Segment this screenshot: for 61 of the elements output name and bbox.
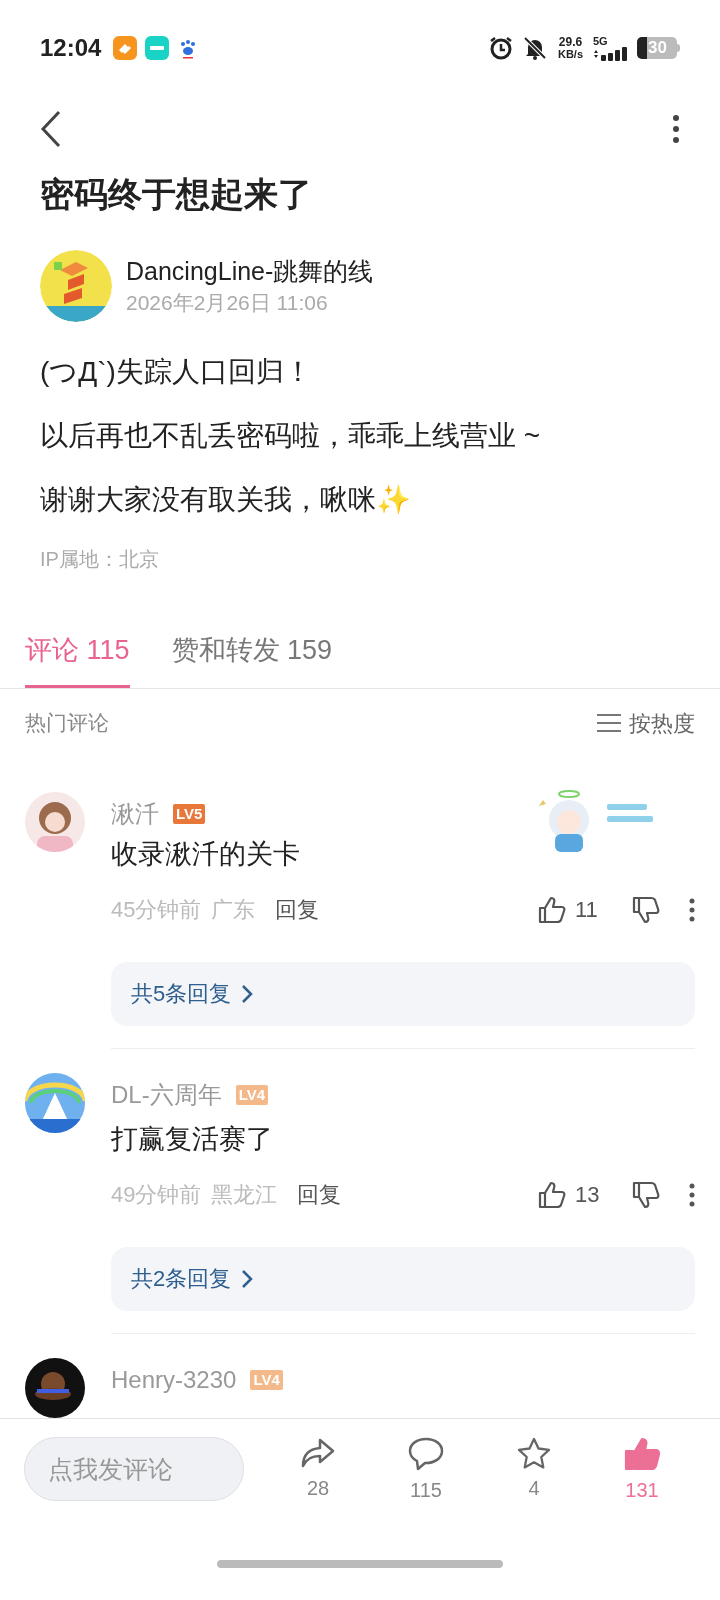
- post-text: 以后再也不乱丢密码啦，乖乖上线营业 ~: [40, 419, 542, 453]
- reply-link[interactable]: 回复: [275, 893, 320, 926]
- speed-unit: KB/s: [557, 48, 583, 60]
- replies-link[interactable]: 共2条回复: [111, 1246, 695, 1311]
- thumbs-up-icon: [624, 1437, 660, 1471]
- share-icon: [300, 1437, 336, 1469]
- tab[interactable]: 评论 115: [25, 630, 130, 688]
- post-date: 2026年2月26日 11:06: [126, 290, 329, 316]
- action-count: 28: [306, 1476, 330, 1501]
- level-tag: LV4: [235, 1084, 269, 1105]
- app-icon: [113, 36, 138, 60]
- comment-button[interactable]: 115: [372, 1437, 480, 1505]
- chevron-right-icon: [241, 983, 254, 1004]
- commenter-name[interactable]: 湫汘: [111, 795, 159, 832]
- comment-time: 49分钟前: [111, 1181, 202, 1210]
- like-count: 11: [575, 896, 599, 924]
- post-text: (つД`)失踪人口回归！: [40, 355, 313, 389]
- like-button[interactable]: 131: [588, 1437, 696, 1505]
- thumbs-down-icon[interactable]: [631, 894, 661, 925]
- comment-text: 打赢复活赛了: [111, 1122, 274, 1156]
- more-icon[interactable]: [672, 114, 680, 144]
- comment-location: 黑龙江: [211, 1181, 278, 1210]
- level-tag: LV4: [250, 1370, 283, 1390]
- ip-location: IP属地：北京: [40, 547, 160, 572]
- thumbs-down-icon[interactable]: [631, 1179, 661, 1210]
- status-time: 12:04: [40, 33, 102, 63]
- comment-time: 45分钟前: [111, 896, 202, 924]
- thumbs-up-icon[interactable]: [537, 894, 567, 925]
- star-icon: [517, 1437, 551, 1469]
- tab[interactable]: 赞和转发 159: [171, 630, 333, 688]
- action-count: 115: [410, 1478, 442, 1503]
- comment-location: 广东: [211, 896, 256, 924]
- post-text: 谢谢大家没有取关我，啾咪✨: [40, 483, 412, 517]
- chevron-right-icon: [241, 1268, 254, 1289]
- comment-text: 收录湫汘的关卡: [111, 837, 301, 871]
- like-count: 13: [575, 1181, 601, 1210]
- more-icon[interactable]: [689, 1182, 695, 1207]
- app-icon: [145, 36, 170, 60]
- network-type: 5G: [593, 35, 609, 47]
- list-icon: [597, 713, 621, 733]
- battery-level: 30: [648, 37, 667, 59]
- commenter-name[interactable]: Henry-3230: [111, 1362, 237, 1398]
- action-count: 131: [625, 1478, 659, 1503]
- more-icon[interactable]: [689, 897, 695, 922]
- section-title: 热门评论: [25, 710, 109, 737]
- level-tag: LV5: [173, 803, 206, 824]
- back-icon[interactable]: [40, 110, 62, 148]
- post-title: 密码终于想起来了: [40, 174, 313, 215]
- speech-bubble-icon: [408, 1437, 444, 1471]
- comment-field[interactable]: 点我发评论: [24, 1437, 244, 1501]
- author-name[interactable]: DancingLine-跳舞的线: [126, 254, 374, 288]
- star-button[interactable]: 4: [480, 1437, 588, 1505]
- action-count: 4: [528, 1476, 540, 1501]
- network-speed: 29.6: [558, 36, 583, 48]
- commenter-name[interactable]: DL-六周年: [111, 1076, 222, 1113]
- sort-button[interactable]: 按热度: [597, 706, 695, 740]
- replies-link[interactable]: 共5条回复: [111, 961, 695, 1026]
- thumbs-up-icon[interactable]: [537, 1179, 567, 1210]
- share-button[interactable]: 28: [264, 1437, 372, 1505]
- muted-bell-icon: [521, 35, 548, 61]
- reply-link[interactable]: 回复: [297, 1178, 342, 1212]
